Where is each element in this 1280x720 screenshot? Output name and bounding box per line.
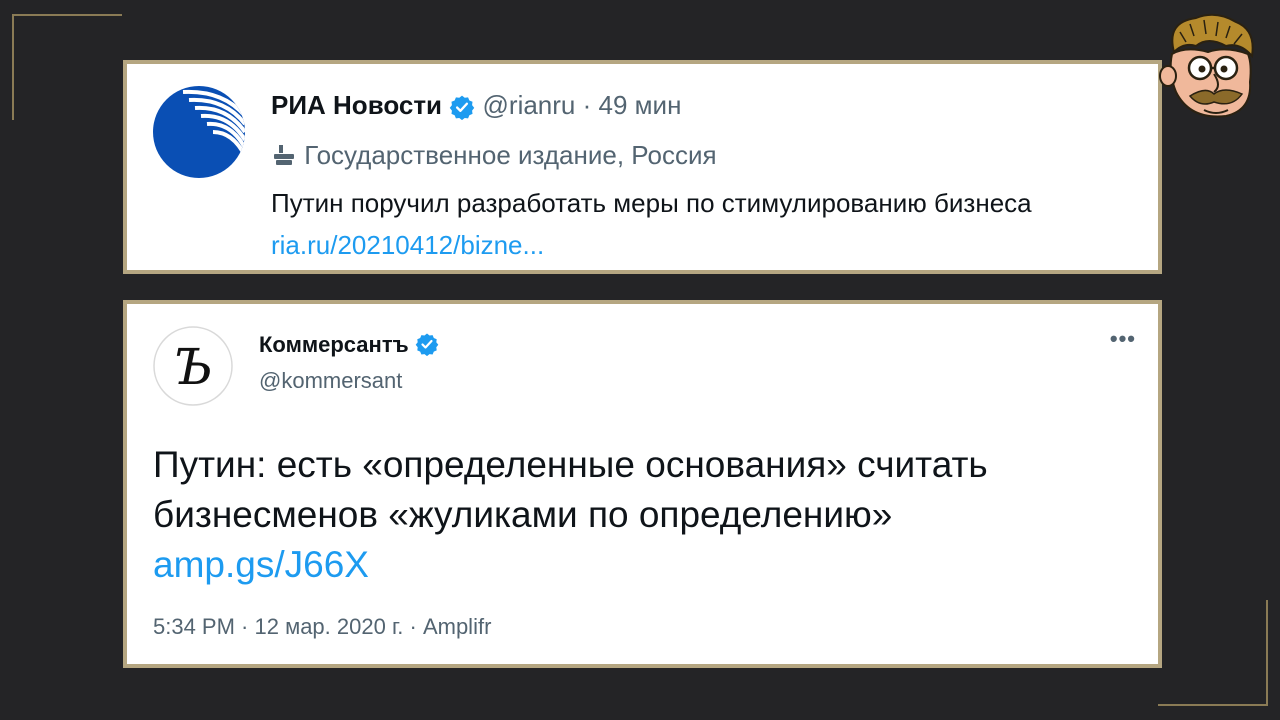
frame-corner-top-left xyxy=(12,14,122,120)
tweet-card-kommersant[interactable]: Ъ Коммерсантъ @kommersant ••• Путин: ест… xyxy=(123,300,1162,668)
tweet-link[interactable]: ria.ru/20210412/bizne... xyxy=(271,230,544,261)
author-name-text[interactable]: Коммерсантъ xyxy=(259,332,409,357)
author-name: Коммерсантъ xyxy=(259,332,439,358)
ria-novosti-logo-icon[interactable] xyxy=(153,86,245,178)
state-media-label-text: Государственное издание, Россия xyxy=(304,140,717,170)
tweet-text-line-1: Путин: есть «определенные основания» счи… xyxy=(153,444,988,485)
state-media-label[interactable]: Государственное издание, Россия xyxy=(271,140,717,171)
verified-badge-icon xyxy=(450,95,475,121)
kommersant-logo-icon[interactable]: Ъ xyxy=(153,326,233,406)
frame-corner-bottom-right xyxy=(1158,600,1268,706)
author-name[interactable]: РИА Новости xyxy=(271,90,442,120)
tweet-meta[interactable]: 5:34 PM · 12 мар. 2020 г. · Amplifr xyxy=(153,614,491,640)
author-handle[interactable]: @kommersant xyxy=(259,368,402,394)
cartoon-face-icon xyxy=(1159,13,1254,118)
tweet-link[interactable]: amp.gs/J66X xyxy=(153,540,1133,590)
tweet-text: Путин поручил разработать меры по стимул… xyxy=(271,188,1032,218)
tweet-header: РИА Новости @rianru · 49 мин xyxy=(271,90,681,121)
tweet-text-line-2: бизнесменов «жуликами по определению» xyxy=(153,494,893,535)
more-options-icon[interactable]: ••• xyxy=(1110,326,1136,352)
verified-badge-icon xyxy=(415,333,439,356)
state-media-icon xyxy=(274,145,294,165)
author-handle[interactable]: @rianru xyxy=(483,90,576,120)
header-separator: · xyxy=(582,90,592,120)
tweet-card-ria[interactable]: РИА Новости @rianru · 49 мин Государстве… xyxy=(123,60,1162,274)
svg-text:Ъ: Ъ xyxy=(173,338,213,396)
tweet-time[interactable]: 49 мин xyxy=(599,90,682,120)
tweet-text: Путин: есть «определенные основания» счи… xyxy=(153,440,1133,590)
